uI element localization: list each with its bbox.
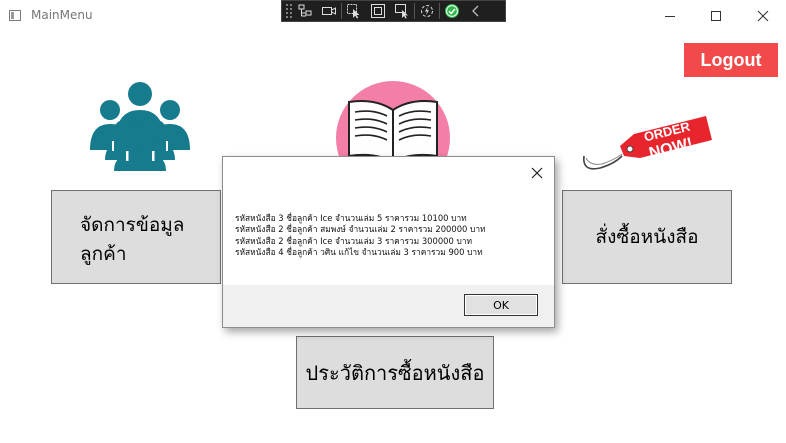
- ok-button[interactable]: OK: [464, 294, 538, 316]
- live-tree-button[interactable]: [293, 1, 317, 21]
- manage-customer-label-line1: จัดการข้อมูล: [80, 214, 185, 236]
- close-icon: [531, 167, 543, 179]
- logout-button[interactable]: Logout: [684, 43, 778, 77]
- track-focus-button[interactable]: [390, 1, 414, 21]
- track-focus-icon: [395, 4, 408, 19]
- order-summary-line: รหัสหนังสือ 4 ชื่อลูกค้า วศิน แก้ไข จำนว…: [235, 247, 483, 258]
- display-adorners-button[interactable]: [366, 1, 390, 21]
- toolbar-grip-icon[interactable]: [285, 3, 293, 19]
- chevron-left-icon: [472, 5, 479, 17]
- order-summary-line: รหัสหนังสือ 2 ชื่อลูกค้า สมพงษ์ จำนวนเล่…: [235, 224, 486, 235]
- record-button[interactable]: [317, 1, 341, 21]
- hot-reload-button[interactable]: [415, 1, 439, 21]
- window-title: MainMenu: [31, 8, 93, 22]
- minimize-icon: [665, 16, 675, 17]
- check-circle-icon: [445, 4, 459, 18]
- purchase-history-button[interactable]: ประวัติการซื้อหนังสือ: [296, 336, 494, 409]
- debug-toolbar: [281, 0, 506, 22]
- dialog-close-button[interactable]: [528, 164, 546, 182]
- select-element-button[interactable]: [342, 1, 366, 21]
- order-now-tag-icon: ORDER NOW!: [583, 116, 712, 170]
- live-tree-icon: [298, 4, 312, 17]
- dialog-message: รหัสหนังสือ 3 ชื่อลูกค้า Ice จำนวนเล่ม 5…: [235, 213, 545, 259]
- adorner-box-icon: [371, 4, 385, 18]
- close-icon: [757, 10, 769, 22]
- book-icon: [336, 81, 450, 160]
- minimize-button[interactable]: [647, 0, 693, 32]
- app-window-icon: [9, 10, 21, 21]
- status-ok-button[interactable]: [440, 1, 464, 21]
- maximize-icon: [711, 11, 721, 21]
- hot-reload-icon: [421, 5, 433, 17]
- collapse-toolbar-button[interactable]: [464, 1, 488, 21]
- order-book-button[interactable]: สั่งซื้อหนังสือ: [562, 190, 732, 284]
- order-summary-line: รหัสหนังสือ 3 ชื่อลูกค้า Ice จำนวนเล่ม 5…: [235, 213, 467, 223]
- maximize-button[interactable]: [693, 0, 739, 32]
- message-dialog: รหัสหนังสือ 3 ชื่อลูกค้า Ice จำนวนเล่ม 5…: [222, 156, 555, 328]
- order-summary-line: รหัสหนังสือ 2 ชื่อลูกค้า Ice จำนวนเล่ม 3…: [235, 235, 473, 246]
- customers-group-icon: [90, 82, 190, 171]
- manage-customer-button[interactable]: จัดการข้อมูล ลูกค้า: [51, 190, 221, 284]
- dialog-footer: OK: [223, 285, 554, 327]
- close-window-button[interactable]: [740, 0, 786, 32]
- video-camera-icon: [322, 7, 336, 15]
- select-pointer-icon: [347, 4, 360, 19]
- manage-customer-label-line2: ลูกค้า: [80, 243, 127, 266]
